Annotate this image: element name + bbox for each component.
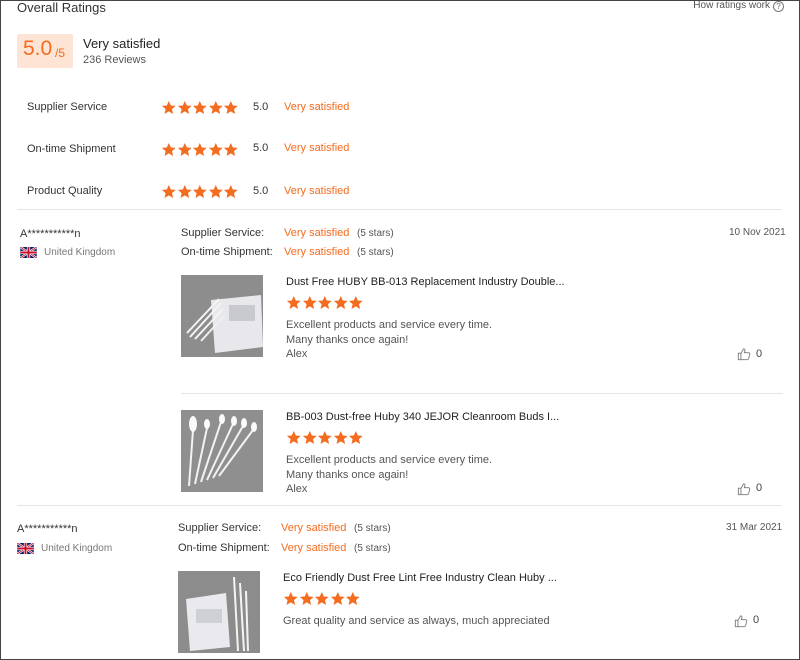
star-icon [161,142,176,156]
review-line: Many thanks once again! [286,333,409,346]
thumbs-up-icon[interactable] [737,482,751,496]
supplier-service-label: Supplier Service: [178,522,262,534]
supplier-service-value: Very satisfied [281,522,347,534]
shipment-value: Very satisfied [284,246,350,258]
product-image[interactable] [181,410,263,492]
overall-score-badge: 5.0 /5 [17,34,73,68]
star-icon [286,430,301,444]
star-icon [302,295,317,309]
thumbs-up-icon[interactable] [737,347,751,361]
review-line: Many thanks once again! [286,468,409,481]
like-count: 0 [753,614,760,626]
star-icon [193,100,207,114]
dimension-name: Product Quality [27,185,103,197]
like-count: 0 [756,482,763,494]
star-icon [333,430,348,444]
star-icon [208,142,223,156]
dimension-stars [161,142,239,158]
star-icon [346,591,361,605]
overall-score: 5.0 [23,37,53,60]
star-icon [330,591,345,605]
supplier-service-stars: (5 stars) [357,228,394,239]
star-icon [318,295,332,309]
review-line: Great quality and service as always, muc… [283,615,550,627]
product-rating-stars [286,430,364,446]
review-text: Great quality and service as always, muc… [283,614,550,629]
star-icon [224,184,239,198]
shipment-label: On-time Shipment: [178,542,270,554]
star-icon [177,142,192,156]
review-line: Alex [286,483,308,495]
dimension-value: 5.0 [253,185,269,197]
product-image[interactable] [181,275,263,357]
dimension-name: On-time Shipment [27,143,116,155]
reviewer-name: A***********n [20,228,81,240]
star-icon [177,100,192,114]
shipment-stars: (5 stars) [357,247,394,258]
dimension-value: 5.0 [253,101,269,113]
overall-label: Very satisfied [83,36,161,51]
overall-score-max: /5 [55,46,66,60]
shipment-value: Very satisfied [281,542,347,554]
star-icon [224,100,239,114]
star-icon [193,184,207,198]
star-icon [177,184,192,198]
reviewer-country: United Kingdom [44,247,116,258]
dimension-label: Very satisfied [284,101,350,113]
like-count: 0 [756,348,763,360]
uk-flag-icon [17,543,34,554]
star-icon [333,295,348,309]
page-title: Overall Ratings [17,0,106,15]
supplier-service-value: Very satisfied [284,227,350,239]
star-icon [286,295,301,309]
dimension-stars [161,100,239,116]
review-text: Excellent products and service every tim… [286,318,492,362]
reviewer-name: A***********n [17,523,78,535]
star-icon [315,591,329,605]
product-rating-stars [283,591,361,607]
product-rating-stars [286,295,364,311]
uk-flag-icon [20,247,37,258]
reviewer-country: United Kingdom [41,543,113,554]
supplier-service-stars: (5 stars) [354,523,391,534]
divider [17,505,782,506]
divider [181,393,783,394]
star-icon [224,142,239,156]
dimension-value: 5.0 [253,142,269,154]
dimension-label: Very satisfied [284,142,350,154]
supplier-service-label: Supplier Service: [181,227,265,239]
product-title-link[interactable]: Eco Friendly Dust Free Lint Free Industr… [283,572,557,584]
star-icon [208,184,223,198]
star-icon [299,591,314,605]
star-icon [283,591,298,605]
thumbs-up-icon[interactable] [734,614,748,628]
review-line: Alex [286,348,308,360]
star-icon [302,430,317,444]
review-count: 236 Reviews [83,54,146,66]
star-icon [208,100,223,114]
review-text: Excellent products and service every tim… [286,453,492,497]
review-date: 10 Nov 2021 [729,227,786,238]
product-title-link[interactable]: Dust Free HUBY BB-013 Replacement Indust… [286,276,565,288]
star-icon [349,295,364,309]
shipment-stars: (5 stars) [354,543,391,554]
product-title-link[interactable]: BB-003 Dust-free Huby 340 JEJOR Cleanroo… [286,411,559,423]
review-date: 31 Mar 2021 [726,522,783,533]
review-line: Excellent products and service every tim… [286,454,493,466]
review-line: Excellent products and service every tim… [286,319,493,331]
divider [17,209,782,210]
dimension-stars [161,184,239,200]
star-icon [349,430,364,444]
star-icon [161,100,176,114]
dimension-name: Supplier Service [27,101,108,113]
help-icon[interactable]: ? [773,1,784,12]
dimension-label: Very satisfied [284,185,350,197]
star-icon [318,430,332,444]
star-icon [161,184,176,198]
how-ratings-work-link[interactable]: How ratings work [693,0,770,11]
product-image[interactable] [178,571,260,653]
star-icon [193,142,207,156]
shipment-label: On-time Shipment: [181,246,273,258]
